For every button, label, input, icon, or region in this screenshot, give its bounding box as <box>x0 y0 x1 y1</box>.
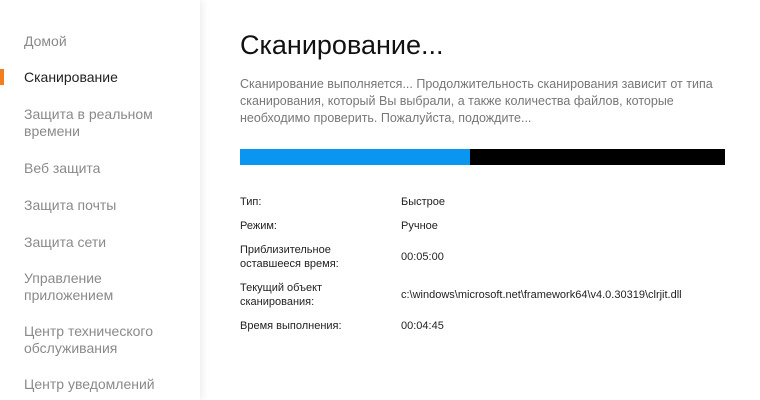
info-label-current-object: Текущий объект сканирования: <box>240 282 323 308</box>
sidebar-item-scan[interactable]: Сканирование <box>24 69 194 86</box>
info-label-mode: Режим: <box>240 220 277 232</box>
scan-progress-bar <box>240 149 725 165</box>
main-panel: Сканирование... Сканирование выполняется… <box>240 0 740 400</box>
sidebar-item-home[interactable]: Домой <box>24 33 194 50</box>
info-value-elapsed-time: 00:04:45 <box>401 320 444 332</box>
sidebar: Домой Сканирование Защита в реальном вре… <box>0 0 200 400</box>
sidebar-item-network-protection[interactable]: Защита сети <box>24 234 194 251</box>
info-value-type: Быстрое <box>401 196 446 208</box>
sidebar-item-web-protection[interactable]: Веб защита <box>24 160 194 177</box>
sidebar-item-notification-center[interactable]: Центр уведомлений <box>24 376 194 393</box>
info-value-current-object: c:\windows\microsoft.net\framework64\v4.… <box>401 289 682 301</box>
info-label-time-remaining: Приблизительное оставшееся время: <box>240 244 339 270</box>
info-label-elapsed-time: Время выполнения: <box>240 320 342 332</box>
info-label-type: Тип: <box>240 196 262 208</box>
sidebar-item-realtime-protection[interactable]: Защита в реальном времени <box>24 106 194 140</box>
scan-progress-fill <box>240 149 471 165</box>
info-value-mode: Ручное <box>401 220 438 232</box>
info-value-time-remaining: 00:05:00 <box>401 251 444 263</box>
active-item-marker <box>0 69 4 85</box>
sidebar-item-maintenance-center[interactable]: Центр технического обслуживания <box>24 323 194 357</box>
page-title: Сканирование... <box>240 30 444 60</box>
sidebar-item-app-control[interactable]: Управление приложением <box>24 270 194 304</box>
sidebar-item-mail-protection[interactable]: Защита почты <box>24 197 194 214</box>
scan-description: Сканирование выполняется... Продолжитель… <box>240 77 713 125</box>
